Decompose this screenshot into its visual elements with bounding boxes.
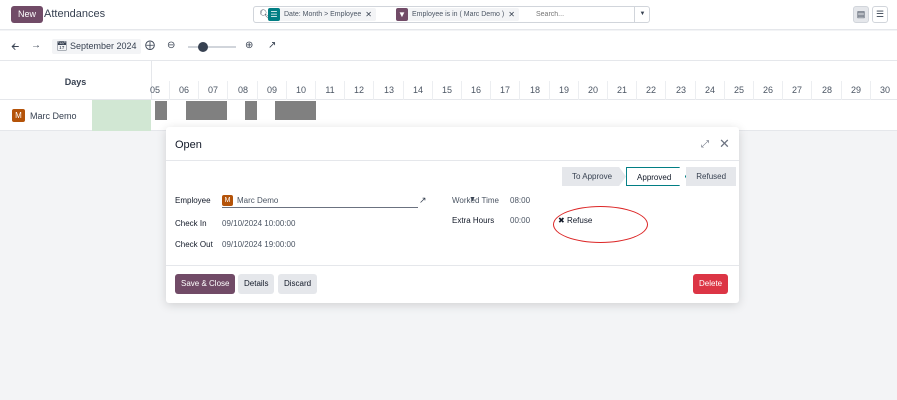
day-number: 09	[266, 85, 277, 95]
close-icon[interactable]: ✕	[719, 136, 730, 152]
day-number: 10	[295, 85, 306, 95]
day-number: 20	[587, 85, 598, 95]
divider	[166, 160, 739, 161]
new-button[interactable]: New	[11, 6, 44, 23]
day-number: 07	[207, 85, 218, 95]
attendance-pill[interactable]	[245, 101, 257, 120]
delete-button[interactable]: Delete	[693, 274, 729, 294]
day-number: 24	[704, 85, 715, 95]
day-number: 29	[850, 85, 861, 95]
remove-facet-icon[interactable]: ✕	[365, 10, 376, 19]
day-number: 30	[879, 85, 890, 95]
day-number: 25	[733, 85, 744, 95]
status-bar: To Approve Approved Refused	[562, 167, 737, 186]
annotation-circle	[553, 206, 648, 243]
search-facet-filter: ▼ Employee is in ( Marc Demo ) ✕	[396, 8, 519, 21]
employee-label: Employee	[175, 196, 211, 205]
search-input[interactable]	[536, 9, 626, 20]
save-close-button[interactable]: Save & Close	[175, 274, 236, 294]
check-in-label: Check In	[175, 219, 207, 228]
group-by-icon: ☰	[268, 8, 280, 21]
avatar: M	[12, 109, 25, 122]
gantt-view-button[interactable]: ▤	[853, 6, 869, 23]
list-icon: ☰	[875, 9, 885, 19]
day-number: 15	[441, 85, 452, 95]
filter-icon: ▼	[396, 8, 408, 21]
days-header: Days	[64, 77, 87, 87]
gantt-header: Days 05 06 07 08 09 10 11 12 13 14 15 16 17 18 19 20 21 2…	[0, 61, 897, 132]
attendance-pill[interactable]	[275, 101, 316, 120]
day-number: 21	[616, 85, 627, 95]
worked-time-label: Worked Time	[452, 196, 499, 205]
search-facet-groupby: ☰ Date: Month > Employee ✕	[268, 8, 376, 21]
employee-name: Marc Demo	[30, 111, 77, 121]
day-number: 06	[178, 85, 189, 95]
day-number: 19	[558, 85, 569, 95]
stage-approved[interactable]: Approved	[626, 167, 686, 186]
day-number: 22	[645, 85, 656, 95]
day-number: 26	[762, 85, 773, 95]
employee-value: Marc Demo	[237, 196, 279, 205]
attendance-dialog: Open ⤢ ✕ To Approve Approved Refused Emp…	[166, 127, 739, 303]
check-in-field[interactable]: 09/10/2024 10:00:00	[222, 219, 295, 228]
stage-refused[interactable]: Refused	[686, 167, 737, 186]
day-number: 16	[470, 85, 481, 95]
external-link-icon[interactable]: ↗	[419, 195, 427, 206]
day-number: 05	[149, 85, 160, 95]
day-number: 23	[675, 85, 686, 95]
zoom-slider[interactable]	[188, 46, 236, 48]
list-view-button[interactable]: ☰	[872, 6, 888, 23]
expand-dialog-icon[interactable]: ⤢	[701, 139, 709, 150]
day-number: 12	[353, 85, 364, 95]
day-number: 18	[529, 85, 540, 95]
day-number: 28	[821, 85, 832, 95]
employee-field[interactable]: M Marc Demo ▼	[222, 195, 476, 208]
next-button[interactable]: →	[31, 40, 41, 51]
day-number: 13	[383, 85, 394, 95]
gantt-toolbar: 🡨︎ ← → 📅︎ September 2024 ⨁ ⊖ ⊕ ↗	[0, 31, 897, 61]
search-bar[interactable]: 🔍︎ ☰ Date: Month > Employee ✕ ▼ Employee…	[253, 6, 650, 23]
check-out-field[interactable]: 09/10/2024 19:00:00	[222, 240, 295, 249]
attendance-pill[interactable]	[155, 101, 167, 120]
control-panel: New Attendances 🔍︎ ☰ Date: Month > Emplo…	[0, 0, 897, 30]
calendar-icon: 📅︎	[56, 41, 68, 51]
stage-to-approve[interactable]: To Approve	[562, 167, 626, 186]
page-title: Attendances	[44, 8, 106, 20]
day-number: 08	[237, 85, 248, 95]
gantt-icon: ▤	[856, 9, 866, 19]
discard-button[interactable]: Discard	[278, 274, 318, 294]
check-out-label: Check Out	[175, 240, 213, 249]
avatar: M	[222, 195, 233, 206]
dialog-title: Open	[175, 139, 202, 151]
previous-button[interactable]: ←	[11, 40, 21, 51]
extra-hours-value: 00:00	[510, 216, 531, 225]
remove-facet-icon[interactable]: ✕	[508, 10, 519, 19]
focus-today-icon[interactable]: ⨁	[145, 40, 155, 51]
day-number: 17	[499, 85, 510, 95]
zoom-slider-handle[interactable]	[198, 42, 208, 52]
date-range-button[interactable]: 📅︎ September 2024	[52, 39, 141, 54]
search-options-toggle[interactable]: ▼	[634, 7, 650, 22]
zoom-out-icon[interactable]: ⊖	[167, 40, 175, 51]
day-number: 14	[412, 85, 423, 95]
extra-hours-label: Extra Hours	[452, 216, 495, 225]
day-number: 27	[791, 85, 802, 95]
expand-icon[interactable]: ↗	[268, 40, 276, 51]
attendance-pill[interactable]	[186, 101, 227, 120]
row-highlight	[92, 100, 151, 131]
zoom-in-icon[interactable]: ⊕	[245, 40, 253, 51]
day-number: 11	[325, 85, 335, 95]
divider	[166, 265, 739, 266]
worked-time-value: 08:00	[510, 196, 531, 205]
details-button[interactable]: Details	[238, 274, 275, 294]
